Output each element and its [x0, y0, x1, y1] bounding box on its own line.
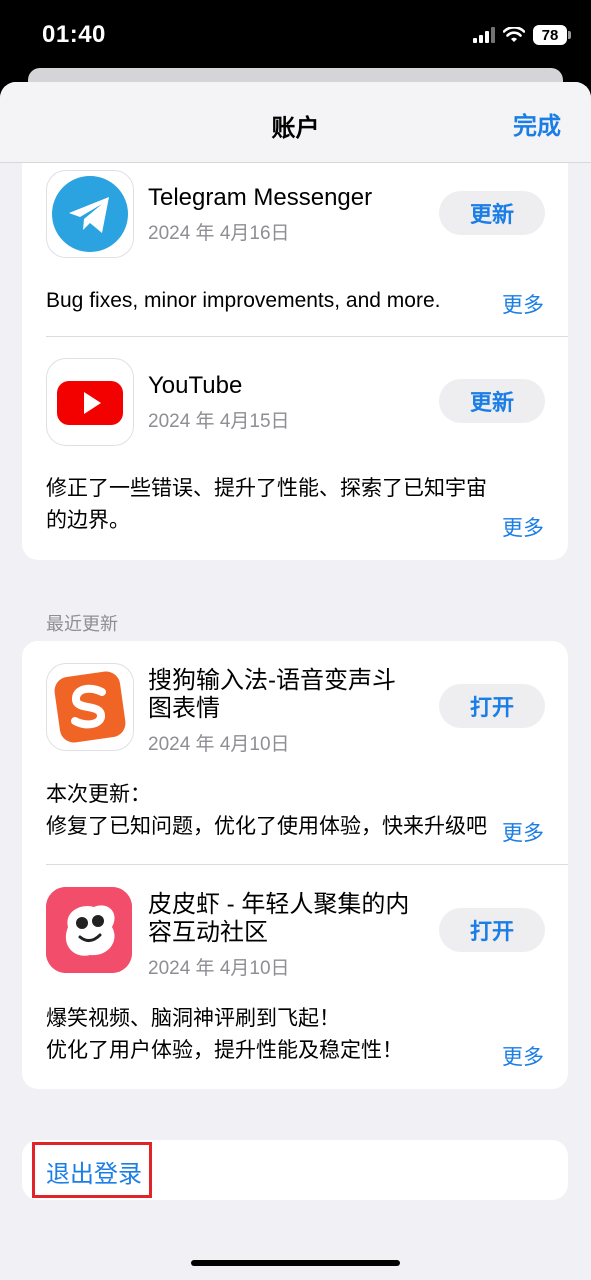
wifi-icon: [503, 27, 525, 42]
release-notes: 修正了一些错误、提升了性能、探索了已知宇宙 的边界。: [46, 477, 487, 532]
app-name: 皮皮虾 - 年轻人聚集的内容互动社区: [148, 891, 410, 946]
recent-updates-card: 搜狗输入法-语音变声斗图表情 2024 年 4月10日 打开 本次更新： 修复了…: [22, 641, 568, 1089]
telegram-icon[interactable]: [46, 170, 134, 258]
divider: [46, 336, 568, 337]
update-button[interactable]: 更新: [439, 379, 545, 423]
home-indicator[interactable]: [191, 1260, 400, 1266]
cellular-signal-icon: [473, 27, 495, 43]
open-button[interactable]: 打开: [439, 908, 545, 952]
account-sheet: Telegram Messenger 2024 年 4月16日 更新 Bug f…: [0, 82, 591, 1280]
status-icons: 78: [473, 24, 571, 46]
done-button[interactable]: 完成: [513, 106, 561, 141]
release-notes: 本次更新： 修复了已知问题，优化了使用体验，快来升级吧: [46, 783, 487, 838]
app-date: 2024 年 4月16日: [148, 223, 290, 244]
logout-highlight-box: [32, 1142, 152, 1198]
update-button[interactable]: 更新: [439, 191, 545, 235]
more-link[interactable]: 更多: [502, 289, 544, 319]
app-name: 搜狗输入法-语音变声斗图表情: [148, 667, 396, 722]
youtube-icon[interactable]: [46, 358, 134, 446]
app-date: 2024 年 4月10日: [148, 958, 290, 979]
battery-level: 78: [541, 26, 559, 44]
app-date: 2024 年 4月10日: [148, 734, 290, 755]
sogou-icon[interactable]: [46, 663, 134, 751]
more-link[interactable]: 更多: [502, 1041, 544, 1071]
pipixia-icon[interactable]: [46, 887, 132, 973]
page-title: 账户: [271, 115, 320, 142]
app-name: Telegram Messenger: [148, 184, 373, 211]
release-notes: Bug fixes, minor improvements, and more.: [46, 289, 441, 312]
more-link[interactable]: 更多: [502, 817, 544, 847]
status-bar: 01:40 78: [0, 0, 591, 70]
status-time: 01:40: [42, 21, 106, 48]
divider: [46, 864, 568, 865]
open-button[interactable]: 打开: [439, 684, 545, 728]
app-name: YouTube: [148, 372, 243, 399]
navigation-bar: 账户 完成: [0, 82, 591, 163]
battery-icon: 78: [533, 25, 571, 45]
more-link[interactable]: 更多: [502, 512, 544, 542]
app-date: 2024 年 4月15日: [148, 411, 290, 432]
section-header-recent: 最近更新: [46, 614, 118, 634]
release-notes: 爆笑视频、脑洞神评刷到飞起！ 优化了用户体验，提升性能及稳定性！: [46, 1007, 403, 1062]
pending-updates-card: Telegram Messenger 2024 年 4月16日 更新 Bug f…: [22, 122, 568, 560]
